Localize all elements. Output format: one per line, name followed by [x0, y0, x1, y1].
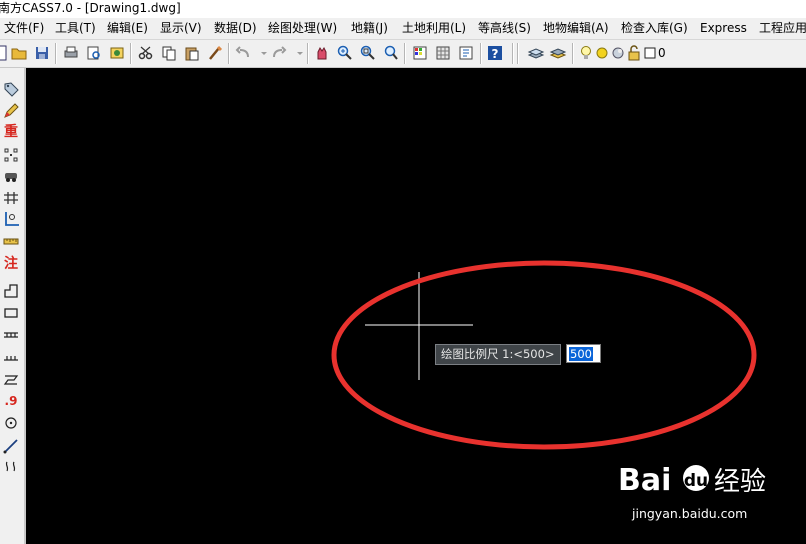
svg-text:Bai: Bai [618, 463, 671, 494]
scale-input-field[interactable]: 500 [566, 344, 601, 363]
svg-text:经验: 经验 [714, 467, 766, 494]
watermark-url: jingyan.baidu.com [632, 506, 748, 521]
baidu-logo: Bai du 经验 [618, 463, 766, 494]
svg-text:du: du [684, 471, 708, 491]
scale-input-value[interactable]: 500 [569, 347, 593, 361]
dynamic-input-prompt: 绘图比例尺 1:<500> [435, 344, 561, 365]
